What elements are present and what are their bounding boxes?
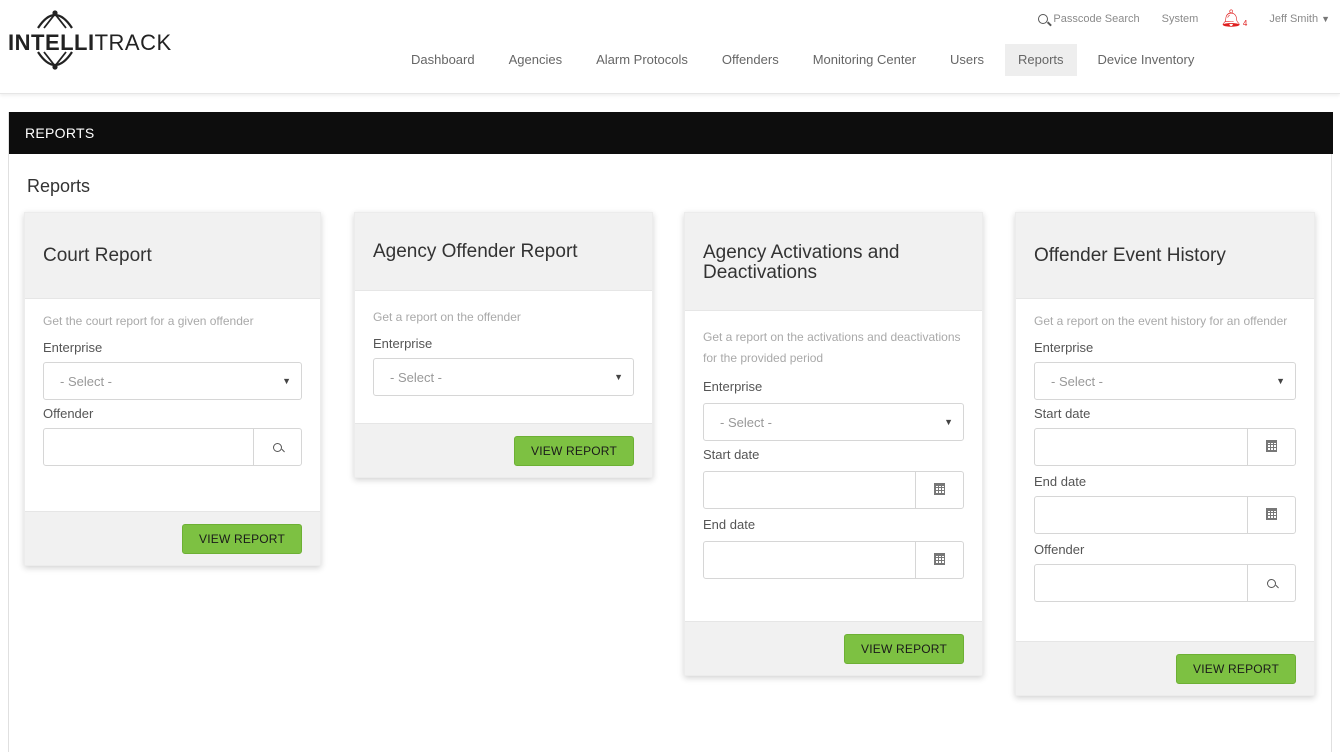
bell-icon: 🔔︎ bbox=[1220, 9, 1242, 28]
card-footer: VIEW REPORT bbox=[25, 511, 320, 565]
view-report-button[interactable]: VIEW REPORT bbox=[514, 435, 634, 466]
end-date-picker-button[interactable] bbox=[1247, 497, 1295, 533]
start-date-input[interactable] bbox=[1035, 429, 1247, 465]
system-label: System bbox=[1161, 13, 1199, 25]
offender-field bbox=[43, 428, 302, 466]
view-report-button[interactable]: VIEW REPORT bbox=[1176, 653, 1296, 684]
card-footer: VIEW REPORT bbox=[685, 621, 982, 675]
main-nav: Dashboard Agencies Alarm Protocols Offen… bbox=[398, 44, 1207, 76]
search-icon bbox=[1267, 578, 1276, 588]
notification-count: 4 bbox=[1242, 18, 1248, 28]
card-title: Court Report bbox=[25, 213, 320, 299]
offender-label: Offender bbox=[43, 406, 94, 421]
agency-activations-card: Agency Activations and Deactivations Get… bbox=[684, 212, 983, 676]
logo-wordmark: INTELLITRACK bbox=[8, 30, 172, 55]
card-description: Get a report on the activations and deac… bbox=[703, 330, 961, 365]
chevron-down-icon: ▼ bbox=[1321, 14, 1330, 24]
card-title: Agency Activations and Deactivations bbox=[685, 213, 982, 311]
system-link[interactable]: System bbox=[1162, 13, 1199, 25]
start-date-field bbox=[703, 471, 964, 509]
card-body: Get a report on the offender Enterprise … bbox=[355, 291, 652, 423]
end-date-picker-button[interactable] bbox=[915, 542, 963, 578]
end-date-field bbox=[1034, 496, 1296, 534]
end-date-input[interactable] bbox=[704, 542, 915, 578]
offender-input[interactable] bbox=[1035, 565, 1247, 601]
passcode-search-label: Passcode Search bbox=[1053, 13, 1140, 25]
enterprise-label: Enterprise bbox=[373, 336, 433, 351]
start-date-field bbox=[1034, 428, 1296, 466]
user-name: Jeff Smith bbox=[1269, 13, 1319, 25]
court-report-card: Court Report Get the court report for a … bbox=[24, 212, 321, 566]
start-date-input[interactable] bbox=[704, 472, 915, 508]
card-body: Get a report on the activations and deac… bbox=[685, 311, 982, 621]
user-menu[interactable]: Jeff Smith ▼ bbox=[1269, 13, 1330, 25]
card-body: Get the court report for a given offende… bbox=[25, 299, 320, 511]
calendar-icon bbox=[934, 483, 945, 495]
view-report-button[interactable]: VIEW REPORT bbox=[182, 523, 302, 554]
page-title: Reports bbox=[27, 176, 91, 196]
end-date-input[interactable] bbox=[1035, 497, 1247, 533]
chevron-down-icon: ▼ bbox=[282, 376, 291, 386]
select-value: - Select - bbox=[1051, 373, 1104, 389]
select-value: - Select - bbox=[720, 414, 773, 430]
chevron-down-icon: ▼ bbox=[944, 417, 953, 427]
calendar-icon bbox=[934, 553, 945, 565]
enterprise-label: Enterprise bbox=[43, 340, 103, 355]
enterprise-select[interactable]: - Select - ▼ bbox=[373, 358, 634, 396]
calendar-icon bbox=[1266, 440, 1277, 452]
passcode-search-link[interactable]: Passcode Search bbox=[1038, 13, 1140, 25]
notifications-button[interactable]: 🔔︎ 4 bbox=[1220, 9, 1247, 29]
start-date-picker-button[interactable] bbox=[1247, 429, 1295, 465]
offender-search-button[interactable] bbox=[1247, 565, 1295, 601]
card-title: Offender Event History bbox=[1016, 213, 1314, 299]
utility-bar: Passcode Search System 🔔︎ 4 Jeff Smith ▼ bbox=[1038, 9, 1330, 29]
select-value: - Select - bbox=[390, 369, 443, 385]
offender-input[interactable] bbox=[44, 429, 253, 465]
nav-item-monitoring-center[interactable]: Monitoring Center bbox=[800, 44, 929, 76]
enterprise-select[interactable]: - Select - ▼ bbox=[1034, 362, 1296, 400]
nav-item-device-inventory[interactable]: Device Inventory bbox=[1085, 44, 1208, 76]
enterprise-select[interactable]: - Select - ▼ bbox=[703, 403, 964, 441]
chevron-down-icon: ▼ bbox=[1276, 376, 1285, 386]
search-icon bbox=[1038, 14, 1049, 24]
nav-item-alarm-protocols[interactable]: Alarm Protocols bbox=[583, 44, 701, 76]
enterprise-label: Enterprise bbox=[1034, 340, 1094, 355]
view-report-button[interactable]: VIEW REPORT bbox=[844, 633, 964, 664]
nav-item-users[interactable]: Users bbox=[937, 44, 997, 76]
search-icon bbox=[273, 442, 282, 452]
nav-item-offenders[interactable]: Offenders bbox=[709, 44, 792, 76]
start-date-label: Start date bbox=[1034, 406, 1091, 421]
offender-label: Offender bbox=[1034, 542, 1085, 557]
select-value: - Select - bbox=[60, 373, 113, 389]
card-footer: VIEW REPORT bbox=[355, 423, 652, 477]
card-footer: VIEW REPORT bbox=[1016, 641, 1314, 695]
card-description: Get a report on the event history for an… bbox=[1034, 314, 1288, 328]
offender-event-history-card: Offender Event History Get a report on t… bbox=[1015, 212, 1315, 696]
intellitrack-logo[interactable]: INTELLITRACK bbox=[8, 4, 188, 74]
card-body: Get a report on the event history for an… bbox=[1016, 299, 1314, 641]
nav-item-reports[interactable]: Reports bbox=[1004, 44, 1077, 76]
enterprise-select[interactable]: - Select - ▼ bbox=[43, 362, 302, 400]
end-date-label: End date bbox=[703, 517, 756, 532]
calendar-icon bbox=[1266, 508, 1277, 520]
offender-field bbox=[1034, 564, 1296, 602]
card-description: Get a report on the offender bbox=[373, 310, 521, 324]
section-titlebar: REPORTS bbox=[9, 112, 1333, 154]
end-date-field bbox=[703, 541, 964, 579]
offender-search-button[interactable] bbox=[253, 429, 301, 465]
nav-item-agencies[interactable]: Agencies bbox=[496, 44, 575, 76]
card-description: Get the court report for a given offende… bbox=[43, 314, 254, 328]
chevron-down-icon: ▼ bbox=[614, 372, 623, 382]
nav-item-dashboard[interactable]: Dashboard bbox=[398, 44, 488, 76]
end-date-label: End date bbox=[1034, 474, 1087, 489]
top-header: INTELLITRACK Passcode Search System 🔔︎ 4… bbox=[0, 0, 1340, 94]
start-date-picker-button[interactable] bbox=[915, 472, 963, 508]
start-date-label: Start date bbox=[703, 447, 760, 462]
card-title: Agency Offender Report bbox=[355, 213, 652, 291]
enterprise-label: Enterprise bbox=[703, 379, 763, 394]
agency-offender-report-card: Agency Offender Report Get a report on t… bbox=[354, 212, 653, 478]
